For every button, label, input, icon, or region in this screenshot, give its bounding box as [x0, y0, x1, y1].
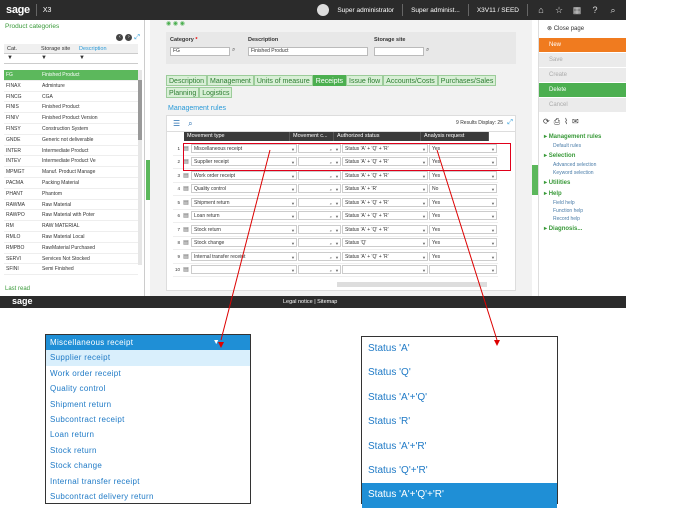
callout-arrows	[218, 149, 500, 348]
arrow-line	[220, 149, 271, 341]
arrow-line	[436, 149, 498, 341]
arrow-head	[494, 340, 500, 346]
arrow-head	[218, 342, 224, 348]
